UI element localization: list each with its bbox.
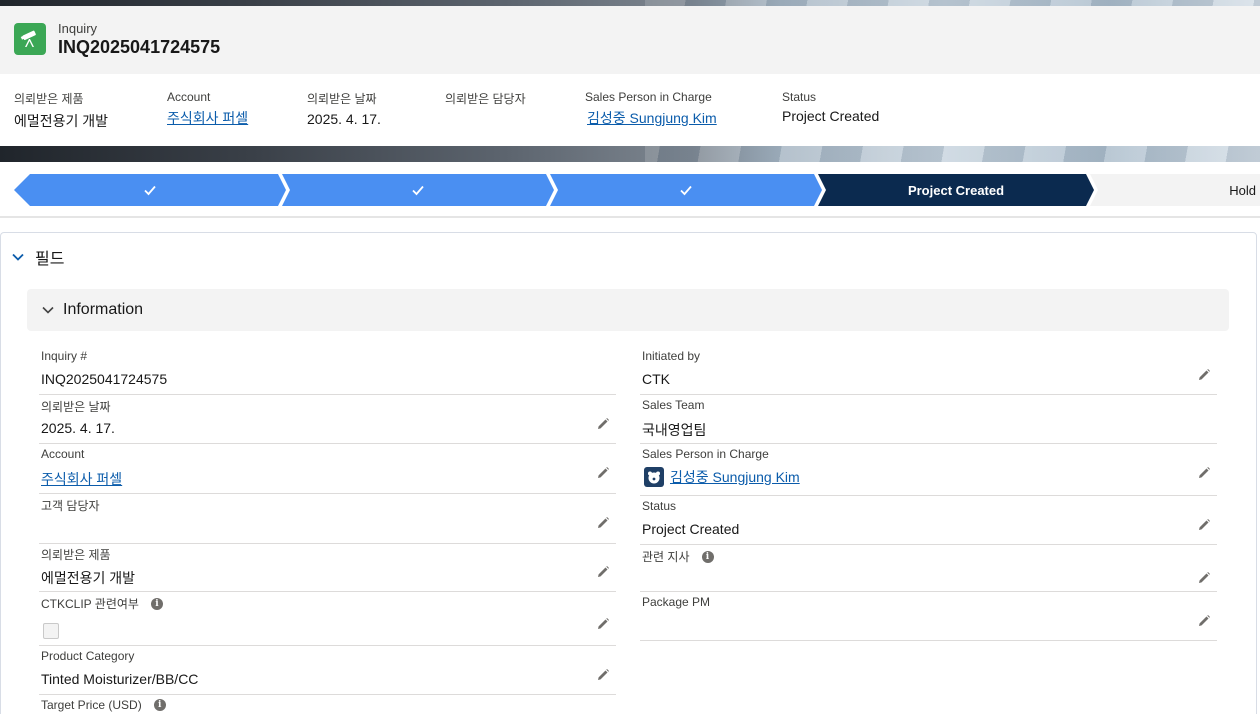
field-status: Status Project Created [640, 493, 1217, 545]
field-label: 의뢰받은 제품 [41, 548, 111, 562]
field-target-price: Target Price (USD) i [39, 692, 616, 714]
subsection-toggle[interactable]: Information [27, 289, 1229, 331]
field-label: Account [41, 447, 85, 461]
highlight-label: 의뢰받은 제품 [14, 92, 84, 106]
record-title: INQ2025041724575 [58, 37, 221, 57]
telescope-icon [14, 23, 46, 55]
highlight-label: Status [782, 90, 817, 104]
field-package-pm: Package PM [640, 589, 1217, 641]
field-requested-product: 의뢰받은 제품 에멀전용기 개발 [39, 540, 616, 592]
field-product-category: Product Category Tinted Moisturizer/BB/C… [39, 643, 616, 695]
highlight-requested-product: 의뢰받은 제품 에멀전용기 개발 [14, 90, 108, 131]
stage-path: Project Created Hold [14, 174, 1260, 206]
field-ctkclip: CTKCLIP 관련여부 i [39, 589, 616, 646]
field-value: 에멀전용기 개발 [41, 570, 136, 586]
path-stage-current[interactable]: Project Created [818, 174, 1094, 206]
highlights-panel: 의뢰받은 제품 에멀전용기 개발 Account 주식회사 퍼셀 의뢰받은 날짜… [0, 74, 1260, 146]
check-icon [680, 185, 692, 196]
field-label: Initiated by [642, 349, 701, 363]
highlight-requested-date: 의뢰받은 날짜 2025. 4. 17. [307, 90, 381, 127]
field-label: Status [642, 499, 677, 513]
pencil-icon[interactable] [596, 466, 610, 480]
field-value [43, 623, 59, 639]
highlight-status: Status Project Created [782, 90, 879, 124]
field-label: 의뢰받은 날짜 [41, 400, 111, 414]
section-title: 필드 [35, 251, 65, 268]
field-label: Target Price (USD) i [41, 698, 166, 712]
field-label: Sales Team [642, 398, 705, 412]
highlight-account: Account 주식회사 퍼셀 [167, 90, 248, 128]
object-type-label: Inquiry [58, 21, 98, 36]
field-label: 고객 담당자 [41, 499, 100, 513]
path-stage-1[interactable] [14, 174, 286, 206]
pencil-icon[interactable] [1197, 466, 1211, 480]
field-label: Sales Person in Charge [642, 447, 769, 461]
pencil-icon[interactable] [596, 417, 610, 431]
field-requested-date: 의뢰받은 날짜 2025. 4. 17. [39, 392, 616, 444]
account-link[interactable]: 주식회사 퍼셀 [41, 469, 122, 489]
field-initiated-by: Initiated by CTK [640, 343, 1217, 395]
field-account: Account 주식회사 퍼셀 [39, 441, 616, 494]
pencil-icon[interactable] [596, 617, 610, 631]
ctkclip-checkbox[interactable] [43, 623, 59, 639]
highlight-value: 2025. 4. 17. [307, 111, 381, 127]
sales-person-link[interactable]: 김성중 Sungjung Kim [587, 108, 717, 128]
field-value: Tinted Moisturizer/BB/CC [41, 671, 199, 687]
field-label-text: CTKCLIP 관련여부 [41, 597, 139, 611]
info-icon[interactable]: i [150, 597, 163, 610]
path-stage-3[interactable] [550, 174, 822, 206]
field-label: Package PM [642, 595, 711, 609]
stage-label: Project Created [907, 182, 1005, 198]
pencil-icon[interactable] [1197, 368, 1211, 382]
highlight-label: 의뢰받은 담당자 [445, 92, 526, 106]
pencil-icon[interactable] [596, 668, 610, 682]
field-inquiry-number: Inquiry # INQ2025041724575 [39, 343, 616, 395]
field-value: INQ2025041724575 [41, 371, 168, 387]
path-stage-hold[interactable]: Hold [1090, 174, 1260, 206]
pencil-icon[interactable] [1197, 571, 1211, 585]
chevron-down-icon [42, 306, 54, 314]
field-label: CTKCLIP 관련여부 i [41, 595, 163, 612]
field-customer-contact: 고객 담당자 [39, 491, 616, 544]
pencil-icon[interactable] [596, 516, 610, 530]
stage-label: Hold [1229, 182, 1256, 198]
field-label: 관련 지사 i [642, 548, 714, 565]
field-sales-person: Sales Person in Charge 김성중 Sungjung Kim [640, 441, 1217, 496]
pencil-icon[interactable] [1197, 614, 1211, 628]
highlight-sales-person: Sales Person in Charge 김성중 Sungjung Kim [585, 90, 717, 128]
sales-person-link[interactable]: 김성중 Sungjung Kim [670, 467, 800, 487]
highlight-label: Sales Person in Charge [585, 90, 712, 104]
field-label-text: 관련 지사 [642, 550, 690, 564]
subsection-title: Information [63, 301, 144, 318]
field-label: Product Category [41, 649, 135, 663]
field-label-text: Target Price (USD) [41, 698, 142, 712]
path-stage-2[interactable] [282, 174, 554, 206]
pencil-icon[interactable] [596, 565, 610, 579]
highlight-value: Project Created [782, 108, 880, 124]
check-icon [144, 185, 156, 196]
account-link[interactable]: 주식회사 퍼셀 [167, 108, 248, 128]
pencil-icon[interactable] [1197, 518, 1211, 532]
field-sales-team: Sales Team 국내영업팀 [640, 392, 1217, 444]
avatar [644, 467, 664, 487]
info-icon[interactable]: i [701, 550, 714, 563]
highlight-value: 에멀전용기 개발 [14, 113, 109, 129]
highlight-requested-owner: 의뢰받은 담당자 [445, 90, 526, 111]
section-toggle[interactable]: 필드 [11, 245, 64, 269]
chevron-down-icon [12, 253, 24, 261]
fields-card: 필드 Information Inquiry # INQ202504172457… [0, 232, 1257, 714]
field-related-branch: 관련 지사 i [640, 542, 1217, 592]
field-value: 국내영업팀 [642, 422, 707, 438]
record-header: Inquiry INQ2025041724575 [0, 6, 1260, 74]
field-value: 김성중 Sungjung Kim [644, 467, 800, 487]
field-value: 2025. 4. 17. [41, 420, 115, 436]
highlight-label: Account [167, 90, 211, 104]
field-label: Inquiry # [41, 349, 88, 363]
field-value: Project Created [642, 521, 740, 537]
check-icon [412, 185, 424, 196]
info-icon[interactable]: i [153, 699, 166, 711]
highlight-label: 의뢰받은 날짜 [307, 92, 377, 106]
path-bar: Project Created Hold [0, 162, 1260, 218]
field-value: CTK [642, 371, 670, 387]
